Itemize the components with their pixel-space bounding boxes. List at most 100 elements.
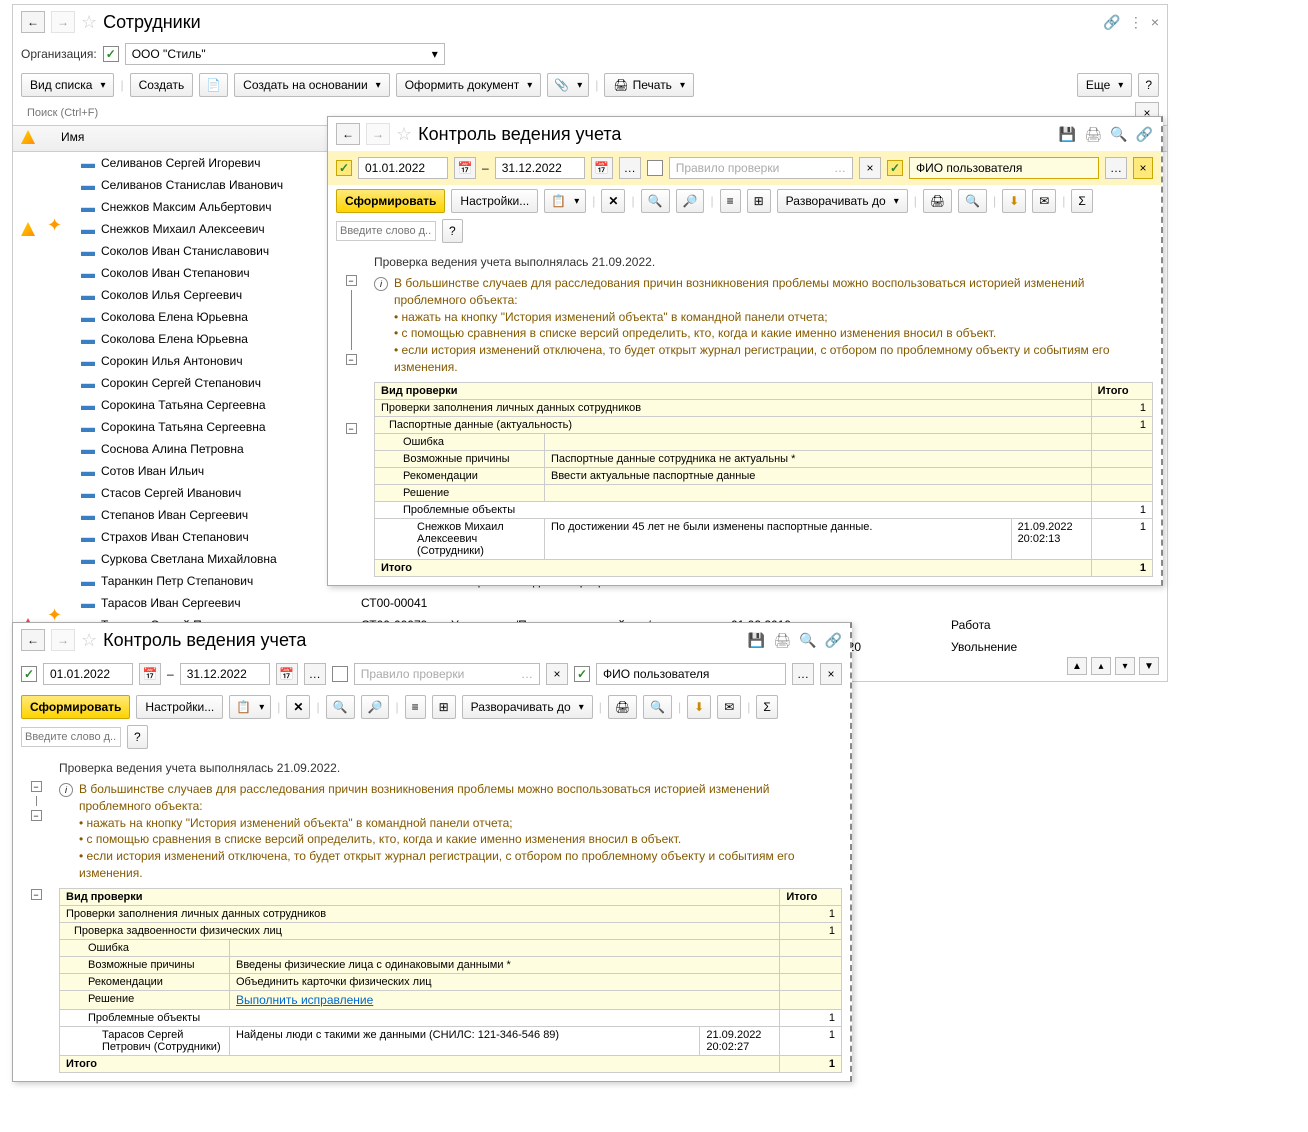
org-select[interactable]: ООО "Стиль"▾ [125,43,445,65]
forward-button[interactable]: → [51,629,75,651]
scroll-up[interactable]: ▴ [1091,657,1111,675]
tree-collapse[interactable]: − [31,889,42,900]
employee-row[interactable]: ▬ Тарасов Иван Сергеевич СТ00-00041 [13,592,1167,614]
back-button[interactable]: ← [21,629,45,651]
date-from-check[interactable] [336,160,352,176]
print-icon[interactable]: 🖨 [773,632,791,649]
cancel-icon[interactable]: ✕ [286,695,310,719]
tree-collapse[interactable]: − [31,810,42,821]
calendar-icon[interactable]: 📅 [139,663,161,685]
org-checkbox[interactable] [103,46,119,62]
period-button[interactable]: … [619,157,641,179]
calendar-icon[interactable]: 📅 [454,157,476,179]
tree-collapse[interactable]: − [346,354,357,365]
print-icon[interactable]: 🖨 [1084,126,1102,143]
print-button[interactable]: 🖨Печать [604,73,694,97]
print-icon[interactable]: 🖨 [923,189,952,213]
favorite-icon[interactable]: ☆ [81,12,97,33]
favorite-icon[interactable]: ☆ [396,124,412,145]
calendar-icon[interactable]: 📅 [591,157,613,179]
tree-collapse[interactable]: − [346,275,357,286]
word-search[interactable] [21,727,121,747]
preview-icon[interactable]: 🔍 [958,189,987,213]
fio-check[interactable] [887,160,903,176]
fix-link[interactable]: Выполнить исправление [236,993,373,1007]
name-column-header[interactable]: Имя [61,130,84,147]
save-icon[interactable]: 💾 [748,632,765,649]
create-based-button[interactable]: Создать на основании [234,73,390,97]
variant-button[interactable]: 📋 [229,695,271,719]
scroll-down[interactable]: ▾ [1115,657,1135,675]
date-to-input[interactable]: 31.12.2022 [495,157,585,179]
make-document-button[interactable]: Оформить документ [396,73,542,97]
expand-icon[interactable]: ⊞ [747,189,771,213]
fio-more[interactable]: … [792,663,814,685]
variant-button[interactable]: 📋 [544,189,586,213]
link-icon[interactable]: 🔗 [1103,14,1120,31]
period-button[interactable]: … [304,663,326,685]
expand-icon[interactable]: ⊞ [432,695,456,719]
attachments-button[interactable]: 📎 [547,73,589,97]
preview-icon[interactable]: 🔍 [643,695,672,719]
rule-check[interactable] [332,666,348,682]
calendar-icon[interactable]: 📅 [276,663,298,685]
rule-input[interactable]: Правило проверки… [354,663,540,685]
expand-to-button[interactable]: Разворачивать до [777,189,908,213]
clear-fio[interactable]: × [820,663,842,685]
print-icon[interactable]: 🖨 [608,695,637,719]
preview-icon[interactable]: 🔍 [799,632,816,649]
clear-rule[interactable]: × [546,663,568,685]
more-button[interactable]: Еще [1077,73,1132,97]
save-icon[interactable]: 💾 [1059,126,1076,143]
generate-button[interactable]: Сформировать [21,695,130,719]
date-to-input[interactable]: 31.12.2022 [180,663,270,685]
rule-input[interactable]: Правило проверки… [669,157,853,179]
help-button[interactable]: ? [442,219,463,243]
sum-icon[interactable]: Σ [1071,189,1092,213]
clear-rule[interactable]: × [859,157,881,179]
fio-input[interactable]: ФИО пользователя [596,663,786,685]
collapse-icon[interactable]: ≡ [405,695,426,719]
scroll-bottom[interactable]: ▼ [1139,657,1159,675]
view-mode-button[interactable]: Вид списка [21,73,114,97]
help-button[interactable]: ? [127,725,148,749]
back-button[interactable]: ← [336,123,360,145]
back-button[interactable]: ← [21,11,45,33]
cancel-icon[interactable]: ✕ [601,189,625,213]
copy-button[interactable]: 📄 [199,73,228,97]
expand-to-button[interactable]: Разворачивать до [462,695,593,719]
collapse-icon[interactable]: ≡ [720,189,741,213]
settings-button[interactable]: Настройки... [136,695,223,719]
email-icon[interactable]: ✉ [717,695,741,719]
save-icon[interactable]: ⬇ [687,695,711,719]
scroll-top[interactable]: ▲ [1067,657,1087,675]
fio-check[interactable] [574,666,590,682]
tree-collapse[interactable]: − [31,781,42,792]
help-button[interactable]: ? [1138,73,1159,97]
close-icon[interactable]: × [1151,14,1159,31]
date-from-input[interactable]: 01.01.2022 [43,663,133,685]
tree-collapse[interactable]: − [346,423,357,434]
fio-input[interactable]: ФИО пользователя [909,157,1099,179]
clear-fio[interactable]: × [1133,157,1153,179]
menu-icon[interactable]: ⋮ [1129,14,1143,31]
forward-button[interactable]: → [366,123,390,145]
save-icon[interactable]: ⬇ [1002,189,1026,213]
find-icon[interactable]: 🔍 [641,189,670,213]
date-from-check[interactable] [21,666,37,682]
rule-check[interactable] [647,160,663,176]
generate-button[interactable]: Сформировать [336,189,445,213]
link-icon[interactable]: 🔗 [1136,126,1153,143]
settings-button[interactable]: Настройки... [451,189,538,213]
fio-more[interactable]: … [1105,157,1127,179]
find-icon[interactable]: 🔍 [326,695,355,719]
find-next-icon[interactable]: 🔎 [361,695,390,719]
email-icon[interactable]: ✉ [1032,189,1056,213]
find-next-icon[interactable]: 🔎 [676,189,705,213]
create-button[interactable]: Создать [130,73,194,97]
favorite-icon[interactable]: ☆ [81,630,97,651]
forward-button[interactable]: → [51,11,75,33]
link-icon[interactable]: 🔗 [825,632,842,649]
preview-icon[interactable]: 🔍 [1110,126,1127,143]
sum-icon[interactable]: Σ [756,695,777,719]
